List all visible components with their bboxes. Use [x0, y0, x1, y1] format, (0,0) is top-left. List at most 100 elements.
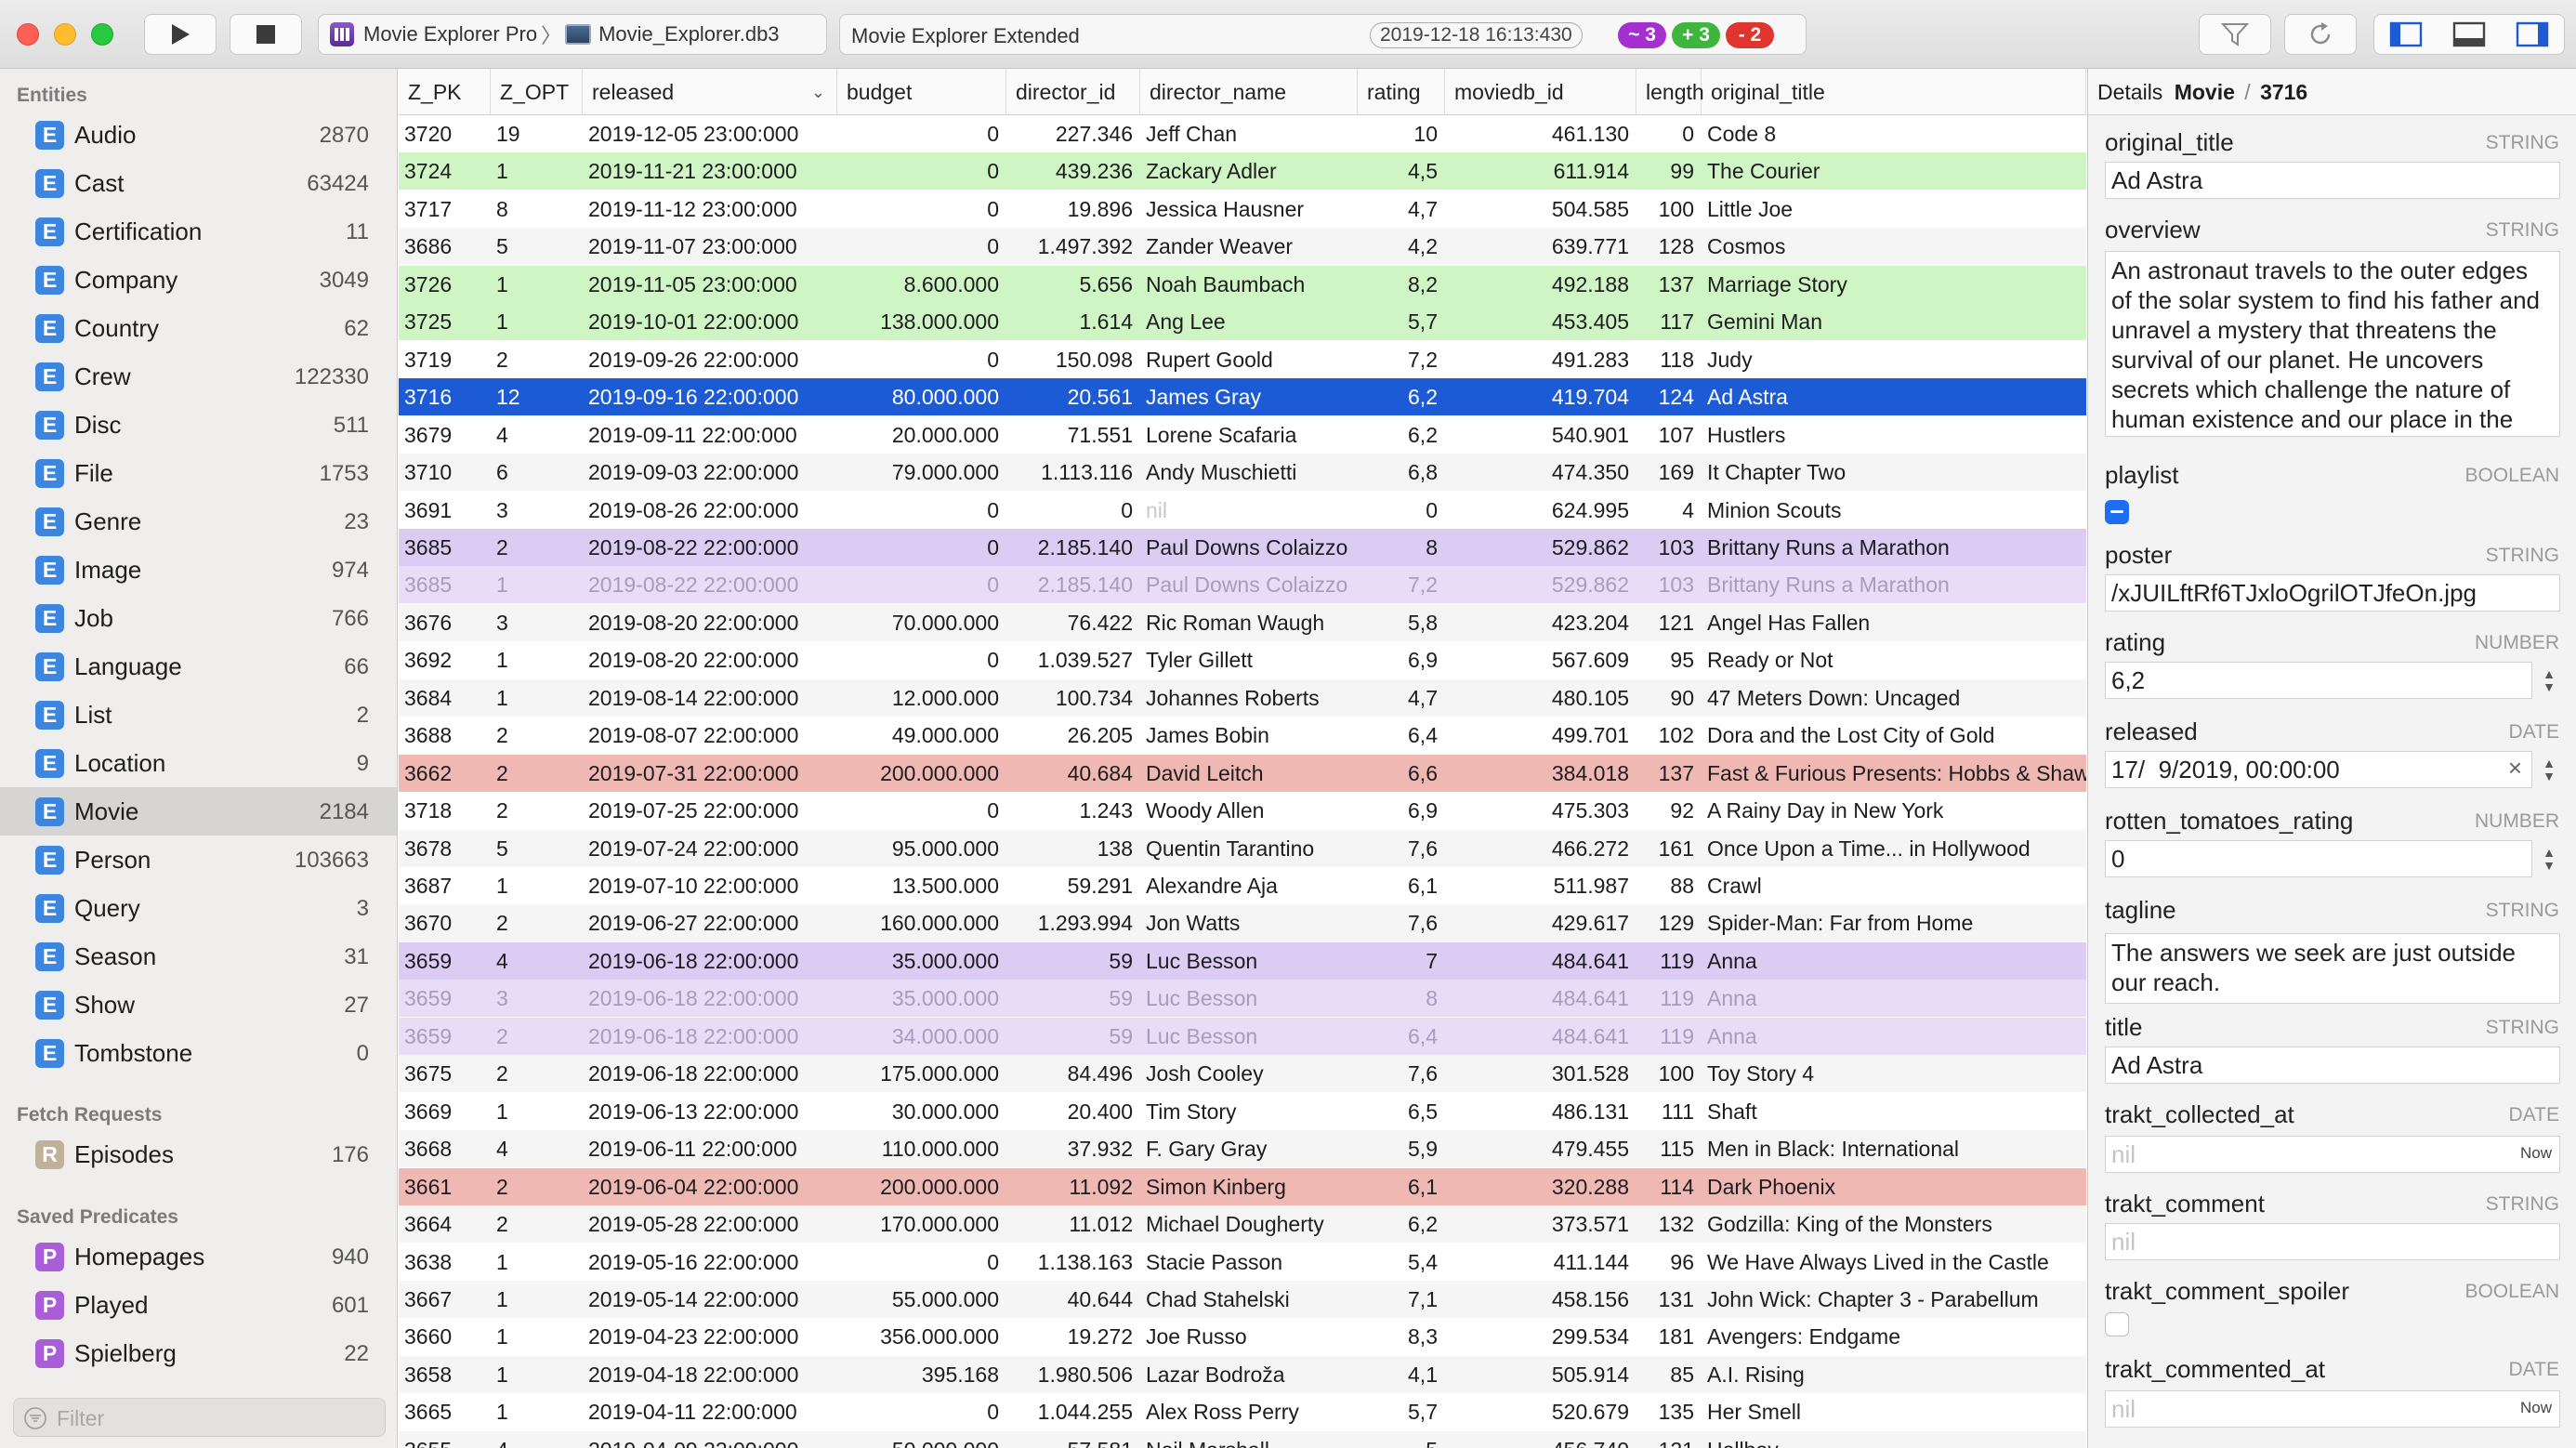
column-header-moviedb-id[interactable]: moviedb_id [1445, 69, 1636, 115]
cell-moviedb-id[interactable]: 492.188 [1445, 266, 1636, 303]
cell-director-name[interactable]: David Leitch [1140, 755, 1358, 792]
cell-budget[interactable]: 200.000.000 [837, 1168, 1006, 1205]
cell-director-id[interactable]: 1.980.506 [1006, 1356, 1140, 1393]
cell-z-pk[interactable]: 3691 [399, 492, 491, 529]
cell-director-id[interactable]: 1.138.163 [1006, 1244, 1140, 1281]
cell-moviedb-id[interactable]: 299.534 [1445, 1318, 1636, 1355]
cell-original-title[interactable]: The Courier [1702, 152, 2086, 190]
cell-director-name[interactable]: Woody Allen [1140, 792, 1358, 829]
rating-field[interactable]: 6,2 [2105, 662, 2532, 699]
sidebar-item-cast[interactable]: E Cast 63424 [0, 159, 397, 207]
cell-length[interactable]: 119 [1636, 1018, 1702, 1055]
cell-moviedb-id[interactable]: 499.701 [1445, 717, 1636, 754]
cell-z-pk[interactable]: 3720 [399, 115, 491, 152]
cell-length[interactable]: 117 [1636, 303, 1702, 340]
cell-director-name[interactable]: Zander Weaver [1140, 228, 1358, 265]
sidebar-item-location[interactable]: E Location 9 [0, 739, 397, 787]
cell-original-title[interactable]: Hellboy [1702, 1431, 2086, 1448]
cell-released[interactable]: 2019-06-27 22:00:000 [583, 904, 837, 941]
cell-original-title[interactable]: Anna [1702, 1018, 2086, 1055]
cell-original-title[interactable]: Her Smell [1702, 1393, 2086, 1430]
cell-length[interactable]: 96 [1636, 1244, 1702, 1281]
cell-rating[interactable]: 5,4 [1358, 1244, 1445, 1281]
cell-released[interactable]: 2019-05-14 22:00:000 [583, 1281, 837, 1318]
table-row[interactable]: 3660 1 2019-04-23 22:00:000 356.000.000 19.2… [399, 1318, 2086, 1356]
cell-director-name[interactable]: Johannes Roberts [1140, 679, 1358, 717]
cell-z-opt[interactable]: 8 [491, 191, 583, 228]
cell-original-title[interactable]: Godzilla: King of the Monsters [1702, 1205, 2086, 1243]
deleted-count-badge[interactable]: - 2 [1726, 22, 1774, 48]
cell-director-name[interactable]: Paul Downs Colaizzo [1140, 566, 1358, 603]
cell-original-title[interactable]: Dora and the Lost City of Gold [1702, 717, 2086, 754]
cell-original-title[interactable]: Ad Astra [1702, 378, 2086, 415]
cell-length[interactable]: 118 [1636, 341, 1702, 378]
cell-z-opt[interactable]: 4 [491, 1431, 583, 1448]
cell-z-opt[interactable]: 4 [491, 1130, 583, 1167]
cell-budget[interactable]: 175.000.000 [837, 1055, 1006, 1092]
cell-rating[interactable]: 6,9 [1358, 641, 1445, 678]
table-row[interactable]: 3724 1 2019-11-21 23:00:000 0 439.236 Zackary… [399, 152, 2086, 191]
cell-moviedb-id[interactable]: 411.144 [1445, 1244, 1636, 1281]
cell-original-title[interactable]: Dark Phoenix [1702, 1168, 2086, 1205]
cell-director-id[interactable]: 19.272 [1006, 1318, 1140, 1355]
cell-z-opt[interactable]: 1 [491, 1244, 583, 1281]
cell-length[interactable]: 85 [1636, 1356, 1702, 1393]
cell-original-title[interactable]: Anna [1702, 980, 2086, 1017]
cell-length[interactable]: 161 [1636, 830, 1702, 867]
cell-budget[interactable]: 0 [837, 641, 1006, 678]
cell-rating[interactable]: 7,6 [1358, 904, 1445, 941]
trakt-comment-spoiler-checkbox[interactable] [2105, 1312, 2129, 1336]
sidebar-item-season[interactable]: E Season 31 [0, 932, 397, 981]
column-header-director-name[interactable]: director_name [1140, 69, 1358, 115]
cell-rating[interactable]: 7,2 [1358, 566, 1445, 603]
toggle-sidebar-icon[interactable] [2389, 21, 2423, 47]
sidebar-filter-field[interactable]: Filter [13, 1398, 386, 1437]
original-title-field[interactable]: Ad Astra [2105, 162, 2560, 199]
cell-budget[interactable]: 200.000.000 [837, 755, 1006, 792]
cell-z-pk[interactable]: 3692 [399, 641, 491, 678]
cell-director-name[interactable]: Stacie Passon [1140, 1244, 1358, 1281]
cell-length[interactable]: 115 [1636, 1130, 1702, 1167]
cell-z-opt[interactable]: 19 [491, 115, 583, 152]
cell-budget[interactable]: 110.000.000 [837, 1130, 1006, 1167]
cell-director-id[interactable]: 1.039.527 [1006, 641, 1140, 678]
cell-released[interactable]: 2019-11-05 23:00:000 [583, 266, 837, 303]
filter-button[interactable] [2199, 14, 2271, 55]
cell-length[interactable]: 107 [1636, 416, 1702, 454]
cell-moviedb-id[interactable]: 419.704 [1445, 378, 1636, 415]
column-header-original-title[interactable]: original_title [1702, 69, 2086, 115]
cell-original-title[interactable]: A.I. Rising [1702, 1356, 2086, 1393]
cell-original-title[interactable]: Minion Scouts [1702, 492, 2086, 529]
cell-length[interactable]: 103 [1636, 566, 1702, 603]
cell-z-opt[interactable]: 2 [491, 1205, 583, 1243]
cell-z-pk[interactable]: 3675 [399, 1055, 491, 1092]
cell-rating[interactable]: 8 [1358, 529, 1445, 566]
cell-director-name[interactable]: Luc Besson [1140, 1018, 1358, 1055]
cell-rating[interactable]: 6,1 [1358, 1168, 1445, 1205]
sidebar-item-country[interactable]: E Country 62 [0, 304, 397, 352]
table-row[interactable]: 3692 1 2019-08-20 22:00:000 0 1.039.527 Tyler… [399, 641, 2086, 679]
cell-z-opt[interactable]: 1 [491, 1281, 583, 1318]
now-button[interactable]: Now [2520, 1144, 2552, 1163]
table-row[interactable]: 3638 1 2019-05-16 22:00:000 0 1.138.163 Staci… [399, 1243, 2086, 1281]
cell-rating[interactable]: 6,2 [1358, 416, 1445, 454]
cell-moviedb-id[interactable]: 520.679 [1445, 1393, 1636, 1430]
sidebar-item-language[interactable]: E Language 66 [0, 642, 397, 691]
sidebar-item-homepages[interactable]: P Homepages 940 [0, 1232, 397, 1281]
cell-length[interactable]: 90 [1636, 679, 1702, 717]
trakt-comment-field[interactable]: nil [2105, 1223, 2560, 1260]
cell-director-id[interactable]: 84.496 [1006, 1055, 1140, 1092]
cell-director-id[interactable]: 26.205 [1006, 717, 1140, 754]
cell-budget[interactable]: 0 [837, 492, 1006, 529]
cell-budget[interactable]: 0 [837, 152, 1006, 190]
cell-released[interactable]: 2019-09-11 22:00:000 [583, 416, 837, 454]
cell-moviedb-id[interactable]: 567.609 [1445, 641, 1636, 678]
cell-moviedb-id[interactable]: 456.740 [1445, 1431, 1636, 1448]
cell-rating[interactable]: 4,7 [1358, 191, 1445, 228]
cell-z-opt[interactable]: 3 [491, 980, 583, 1017]
cell-released[interactable]: 2019-04-18 22:00:000 [583, 1356, 837, 1393]
run-button[interactable] [144, 14, 217, 55]
cell-director-name[interactable]: Paul Downs Colaizzo [1140, 529, 1358, 566]
cell-moviedb-id[interactable]: 484.641 [1445, 1018, 1636, 1055]
cell-length[interactable]: 92 [1636, 792, 1702, 829]
